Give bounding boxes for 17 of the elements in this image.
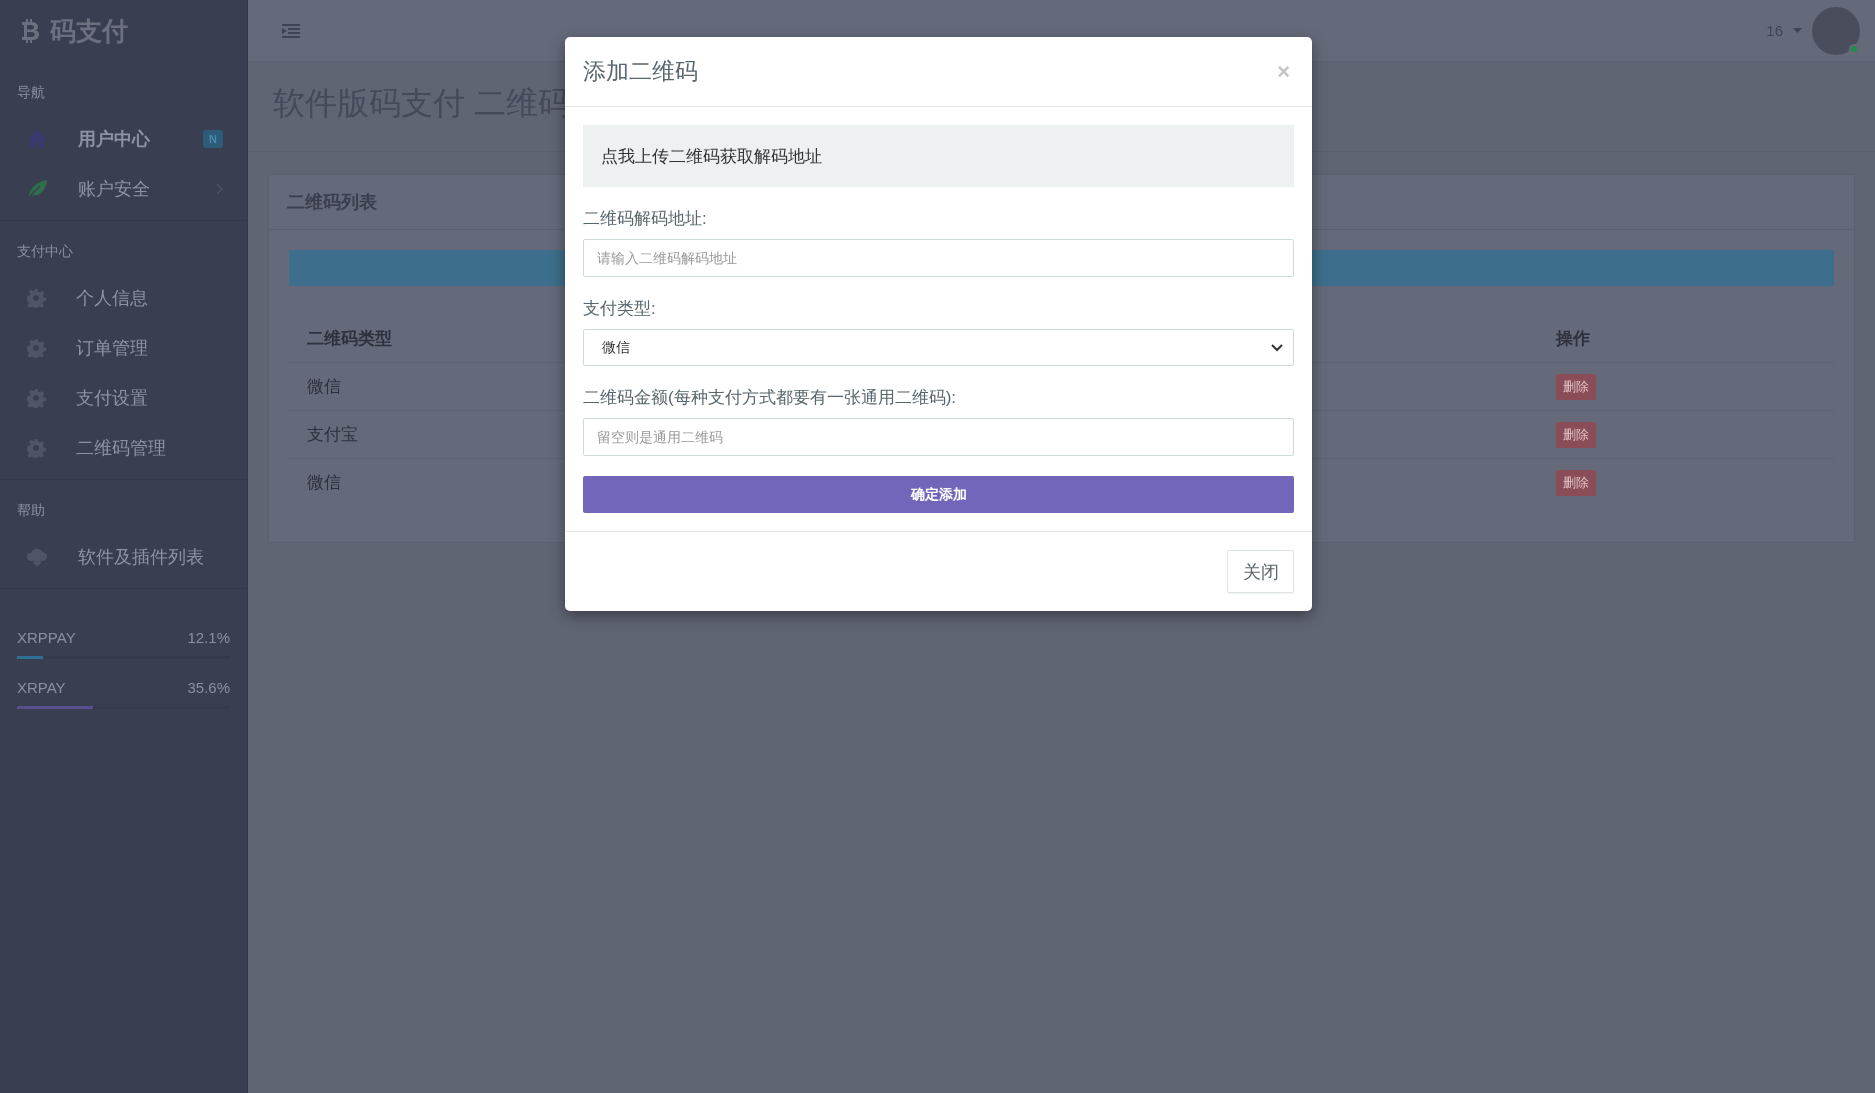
meter-reading: 12.1% [187, 629, 230, 646]
table-cell-text: 微信 [307, 376, 341, 398]
field-label: 二维码金额(每种支付方式都要有一张通用二维码): [583, 387, 958, 409]
modal-title: 添加二维码 [583, 57, 698, 86]
meter-label: XRPAY [17, 679, 66, 696]
field-label: 二维码解码地址: [583, 208, 708, 230]
table-cell-text: 微信 [307, 472, 341, 494]
meter-reading: 35.6% [187, 679, 230, 696]
column-header: 二维码类型 [307, 327, 392, 350]
meter-label: XRPPAY [17, 629, 76, 646]
column-header: 操作 [1556, 327, 1590, 350]
nav-section-title: 帮助 [16, 501, 46, 520]
new-badge: N [203, 130, 223, 148]
nav-section-title: 支付中心 [16, 242, 74, 261]
field-label: 支付类型: [583, 298, 657, 320]
table-cell-text: 支付宝 [307, 424, 358, 446]
nav-section-title: 导航 [16, 83, 46, 102]
